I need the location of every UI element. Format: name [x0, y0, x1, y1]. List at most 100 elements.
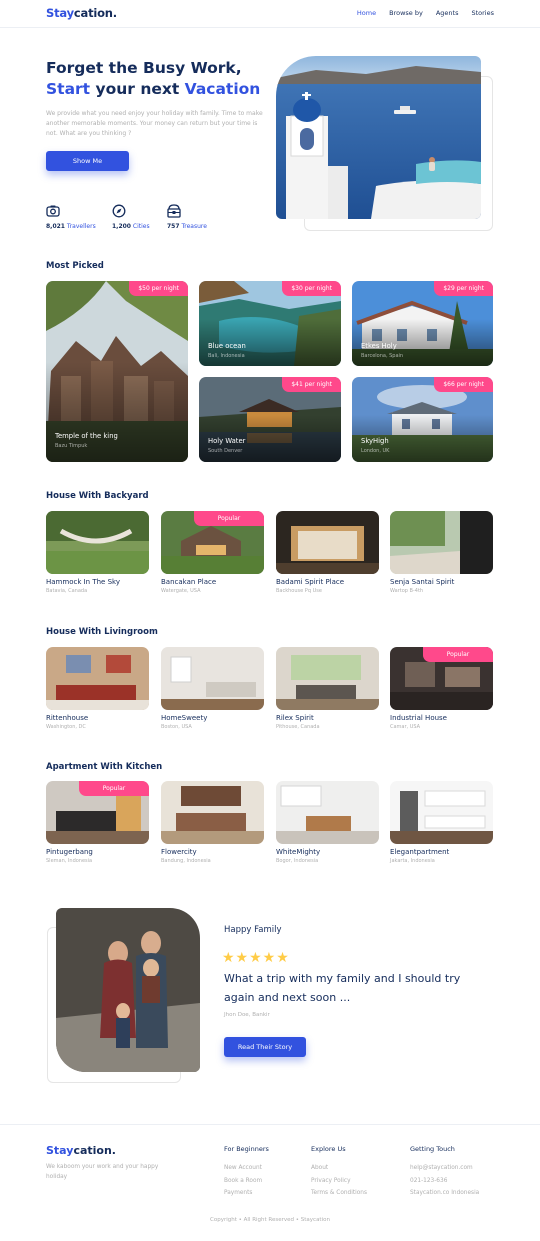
footer-link-privacy-policy[interactable]: Privacy Policy: [311, 1175, 367, 1188]
livingroom-title: House With Livingroom: [46, 627, 158, 637]
footer-link-book-a-room[interactable]: Book a Room: [224, 1175, 269, 1188]
backyard-title: House With Backyard: [46, 491, 149, 501]
hero-image-santorini: [276, 56, 481, 219]
listing-name: Flowercity: [161, 848, 197, 856]
footer-link-payments[interactable]: Payments: [224, 1187, 269, 1200]
hero-title-mid: your next: [90, 80, 185, 98]
footer-logo[interactable]: Staycation.: [46, 1144, 116, 1157]
listing-location: Bogor, Indonesia: [276, 858, 319, 864]
place-name: Holy Water: [208, 437, 246, 445]
hero-title-line-1: Forget the Busy Work,: [46, 59, 242, 77]
listing-name: Senja Santai Spirit: [390, 578, 455, 586]
nav-item-agents[interactable]: Agents: [436, 9, 459, 17]
footer-email[interactable]: help@staycation.com: [410, 1162, 479, 1175]
footer-phone[interactable]: 021-123-636: [410, 1175, 479, 1188]
listing-card[interactable]: Popular Industrial House Camar, USA: [390, 647, 493, 730]
stat-label: Travellers: [66, 223, 96, 230]
listing-card[interactable]: Popular Pintugerbang Sleman, Indonesia: [46, 781, 149, 864]
nav-links: Home Browse by Agents Stories: [357, 9, 494, 17]
listing-card[interactable]: Rittenhouse Washington, DC: [46, 647, 149, 730]
treasure-icon: [167, 204, 181, 218]
listing-card[interactable]: Hammock In The Sky Batavia, Canada: [46, 511, 149, 594]
show-me-button[interactable]: Show Me: [46, 151, 129, 171]
hero-description: We provide what you need enjoy your holi…: [46, 110, 263, 137]
senja-photo: [390, 511, 493, 574]
stat-label: Cities: [132, 223, 150, 230]
footer-column-explore: Explore Us About Privacy Policy Terms & …: [311, 1145, 367, 1200]
read-their-story-button[interactable]: Read Their Story: [224, 1037, 306, 1057]
family-photo: [56, 908, 200, 1072]
listing-name: Pintugerbang: [46, 848, 93, 856]
price-badge: $66 per night: [434, 377, 493, 392]
hero-title-vacation: Vacation: [184, 80, 261, 98]
listing-card[interactable]: Elegantpartment Jakarta, Indonesia: [390, 781, 493, 864]
listing-name: Bancakan Place: [161, 578, 217, 586]
nav-item-home[interactable]: Home: [357, 9, 376, 17]
most-picked-card[interactable]: $30 per night Blue ocean Bali, Indonesia: [199, 281, 341, 366]
most-picked-card[interactable]: $66 per night SkyHigh London, UK: [352, 377, 493, 462]
footer-link-new-account[interactable]: New Account: [224, 1162, 269, 1175]
listing-card[interactable]: Flowercity Bandung, Indonesia: [161, 781, 264, 864]
footer-column-contact: Getting Touch help@staycation.com 021-12…: [410, 1145, 479, 1200]
listing-name: WhiteMighty: [276, 848, 321, 856]
stat-cities: 1,200 Cities: [112, 204, 150, 230]
footer-link-terms[interactable]: Terms & Conditions: [311, 1187, 367, 1200]
elegantpartment-photo: [390, 781, 493, 844]
badami-photo: [276, 511, 379, 574]
listing-name: Elegantpartment: [390, 848, 450, 856]
footer-heading: For Beginners: [224, 1145, 269, 1153]
hero-title: Forget the Busy Work, Start your next Va…: [46, 58, 260, 100]
footer-heading: Explore Us: [311, 1145, 346, 1153]
most-picked-card[interactable]: $41 per night Holy Water South Denver: [199, 377, 341, 462]
stat-treasure: 757 Treasure: [167, 204, 207, 230]
place-location: London, UK: [361, 448, 390, 454]
place-location: Bazu Timpuk: [55, 443, 88, 449]
listing-location: Sleman, Indonesia: [46, 858, 93, 864]
stat-label: Treasure: [181, 223, 207, 230]
brand-part-2: cation.: [73, 6, 117, 20]
listing-card[interactable]: HomeSweety Boston, USA: [161, 647, 264, 730]
listing-location: Backhouse Pq Use: [276, 588, 322, 594]
listing-location: Boston, USA: [161, 724, 192, 730]
listing-card[interactable]: WhiteMighty Bogor, Indonesia: [276, 781, 379, 864]
brand-part-2: cation.: [73, 1144, 116, 1157]
footer-divider: [0, 1124, 540, 1125]
price-badge: $30 per night: [282, 281, 341, 296]
listing-card[interactable]: Rilex Spirit Pithouse, Canada: [276, 647, 379, 730]
rating-stars-icon: ★★★★★: [222, 950, 290, 966]
stat-number: 1,200: [112, 223, 131, 230]
brand-part-1: Stay: [46, 6, 74, 20]
popular-badge: Popular: [423, 647, 493, 662]
brand-logo[interactable]: Staycation.: [46, 6, 117, 20]
nav-item-browse-by[interactable]: Browse by: [389, 9, 423, 17]
footer-link-about[interactable]: About: [311, 1162, 367, 1175]
most-picked-title: Most Picked: [46, 261, 104, 271]
testimonial-author: Jhon Doe, Bankir: [224, 1012, 270, 1018]
place-name: Etkes Holy: [361, 342, 397, 350]
copyright-text: Copyright • All Right Reserved • Staycat…: [210, 1217, 330, 1223]
price-badge: $50 per night: [129, 281, 188, 296]
listing-card[interactable]: Senja Santai Spirit Wartop B-4th: [390, 511, 493, 594]
rittenhouse-photo: [46, 647, 149, 710]
stat-travellers: 8,021 Travellers: [46, 204, 96, 230]
compass-icon: [112, 204, 126, 218]
place-name: SkyHigh: [361, 437, 389, 445]
homesweety-photo: [161, 647, 264, 710]
stat-number: 757: [167, 223, 180, 230]
hammock-photo: [46, 511, 149, 574]
testimonial-title: Happy Family: [224, 925, 282, 935]
most-picked-card[interactable]: $50 per night Temple of the king Bazu Ti…: [46, 281, 188, 462]
listing-name: Industrial House: [390, 714, 447, 722]
listing-name: Rittenhouse: [46, 714, 89, 722]
camera-icon: [46, 205, 60, 217]
nav-item-stories[interactable]: Stories: [471, 9, 494, 17]
place-location: Bali, Indonesia: [208, 353, 245, 359]
footer-company: Staycation.co Indonesia: [410, 1190, 480, 1196]
most-picked-card[interactable]: $29 per night Etkes Holy Barcelona, Spai…: [352, 281, 493, 366]
place-location: Barcelona, Spain: [361, 353, 404, 359]
popular-badge: Popular: [194, 511, 264, 526]
listing-name: HomeSweety: [161, 714, 208, 722]
listing-card[interactable]: Badami Spirit Place Backhouse Pq Use: [276, 511, 379, 594]
listing-card[interactable]: Popular Bancakan Place Watergate, USA: [161, 511, 264, 594]
testimonial-quote: What a trip with my family and I should …: [224, 972, 461, 1004]
